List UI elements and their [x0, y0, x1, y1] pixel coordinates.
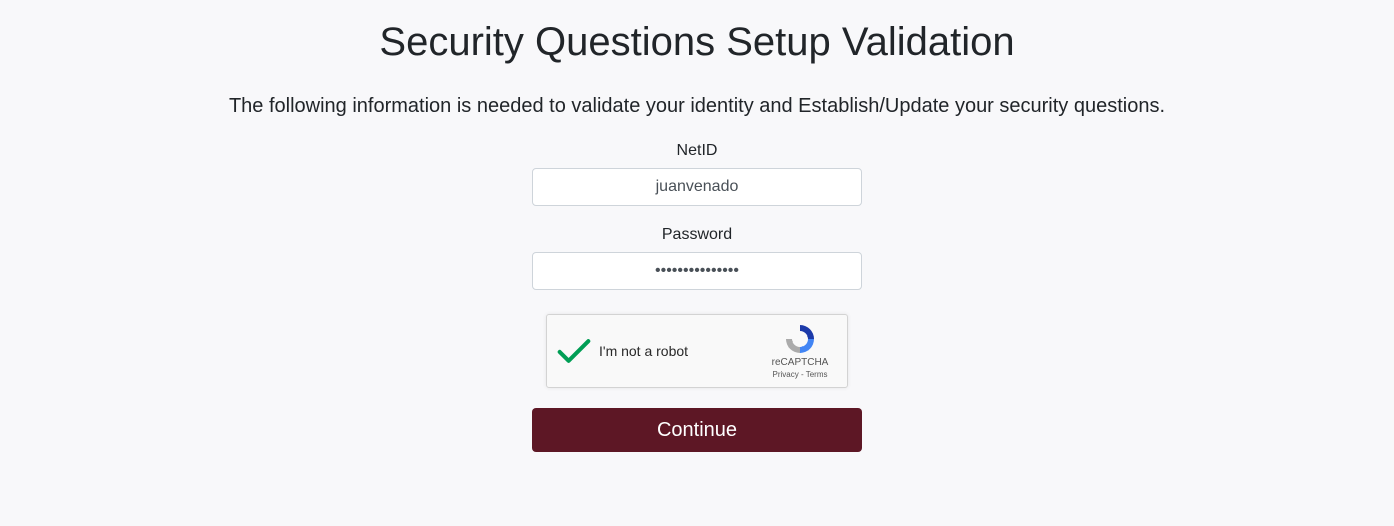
password-label: Password — [662, 226, 732, 244]
recaptcha-widget[interactable]: I'm not a robot reCAPTCHA Privacy - Term… — [546, 314, 848, 388]
netid-field-group: NetID — [532, 142, 862, 206]
continue-button[interactable]: Continue — [532, 408, 862, 452]
page-title: Security Questions Setup Validation — [379, 20, 1014, 65]
recaptcha-logo-icon — [784, 323, 816, 355]
main-container: Security Questions Setup Validation The … — [0, 0, 1394, 452]
recaptcha-link-separator: - — [799, 370, 806, 379]
recaptcha-terms-link[interactable]: Terms — [806, 370, 828, 379]
netid-label: NetID — [677, 142, 718, 160]
password-input[interactable] — [532, 252, 862, 290]
recaptcha-privacy-link[interactable]: Privacy — [773, 370, 799, 379]
recaptcha-brand-text: reCAPTCHA — [772, 357, 829, 368]
recaptcha-branding: reCAPTCHA Privacy - Terms — [765, 323, 835, 379]
password-field-group: Password — [532, 226, 862, 290]
recaptcha-label: I'm not a robot — [599, 343, 765, 359]
recaptcha-checkmark-icon — [557, 334, 591, 368]
instruction-text: The following information is needed to v… — [229, 95, 1165, 118]
recaptcha-links: Privacy - Terms — [773, 370, 828, 379]
netid-input[interactable] — [532, 168, 862, 206]
